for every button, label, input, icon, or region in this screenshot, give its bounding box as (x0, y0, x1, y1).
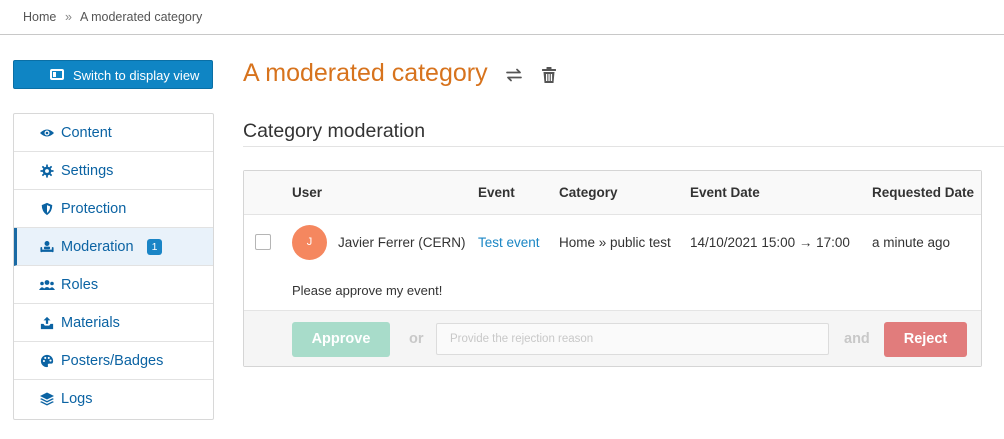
column-header-category: Category (559, 185, 618, 200)
gear-icon (39, 164, 55, 178)
request-comment: Please approve my event! (292, 283, 443, 298)
moderation-actions: Approve or and Reject (244, 310, 981, 366)
trash-icon[interactable] (540, 66, 558, 84)
sidebar-item-content[interactable]: Content (14, 114, 213, 152)
moderation-count-badge: 1 (147, 239, 162, 255)
event-link[interactable]: Test event (478, 235, 540, 250)
sidebar-item-label: Content (61, 125, 112, 141)
category-path: Home » public test (559, 235, 671, 250)
column-header-event-date: Event Date (690, 185, 760, 200)
sidebar-item-posters-badges[interactable]: Posters/Badges (14, 342, 213, 380)
breadcrumb-home-link[interactable]: Home (23, 10, 56, 24)
row-select-checkbox[interactable] (255, 234, 271, 250)
sidebar-item-settings[interactable]: Settings (14, 152, 213, 190)
and-separator: and (844, 331, 870, 347)
section-divider (243, 146, 1004, 147)
event-date: 14/10/2021 15:00 → 17:00 (690, 235, 850, 250)
sidebar-item-label: Materials (61, 315, 120, 331)
sidebar-item-label: Moderation (61, 239, 134, 255)
palette-icon (39, 354, 55, 368)
shield-icon (39, 202, 55, 216)
moderation-icon (39, 240, 55, 254)
sidebar-item-label: Posters/Badges (61, 353, 164, 369)
breadcrumb-current: A moderated category (80, 10, 203, 24)
sidebar-item-roles[interactable]: Roles (14, 266, 213, 304)
sidebar-menu: Content Settings Protection Moderation 1… (13, 113, 214, 420)
sidebar-item-label: Protection (61, 201, 127, 217)
breadcrumb: Home » A moderated category (0, 0, 1004, 35)
table-header: User Event Category Event Date Requested… (244, 171, 981, 215)
avatar: J (292, 225, 327, 260)
column-header-user: User (292, 185, 323, 200)
page-title: A moderated category (243, 59, 488, 87)
approve-button[interactable]: Approve (292, 322, 390, 357)
sidebar-item-label: Settings (61, 163, 114, 179)
column-header-requested-date: Requested Date (872, 185, 975, 200)
users-icon (39, 278, 55, 292)
column-header-event: Event (478, 185, 515, 200)
inbox-upload-icon (39, 316, 55, 330)
eye-icon (39, 126, 55, 140)
section-title: Category moderation (243, 120, 426, 142)
or-separator: or (409, 331, 424, 347)
sidebar-item-moderation[interactable]: Moderation 1 (14, 228, 213, 266)
user-name: Javier Ferrer (CERN) (338, 235, 466, 250)
requested-date: a minute ago (872, 235, 951, 250)
sidebar-item-protection[interactable]: Protection (14, 190, 213, 228)
switch-to-display-view-button[interactable]: Switch to display view (13, 60, 213, 89)
reject-button[interactable]: Reject (884, 322, 967, 357)
sidebar-item-materials[interactable]: Materials (14, 304, 213, 342)
sidebar-item-label: Logs (61, 391, 93, 407)
moderation-table: User Event Category Event Date Requested… (243, 170, 982, 367)
display-view-icon (50, 69, 64, 80)
sidebar-item-label: Roles (61, 277, 99, 293)
move-icon[interactable] (505, 66, 523, 84)
switch-button-label: Switch to display view (73, 68, 200, 83)
rejection-reason-input[interactable] (436, 323, 829, 355)
layers-icon (39, 392, 55, 406)
sidebar-item-logs[interactable]: Logs (14, 380, 213, 418)
breadcrumb-separator: » (65, 10, 72, 24)
